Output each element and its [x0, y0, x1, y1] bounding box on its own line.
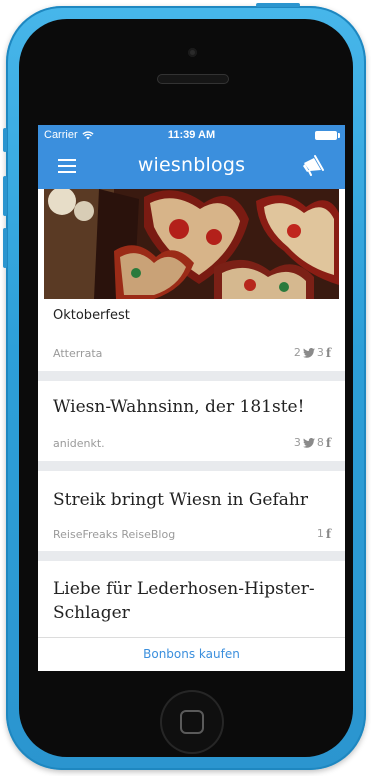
twitter-icon	[302, 437, 315, 448]
article-feed: Oktoberfest Atterrata 2 3 f Wiesn-Wahnsi…	[38, 189, 345, 637]
facebook-count: 1	[316, 527, 324, 540]
twitter-count: 3	[293, 436, 301, 449]
app-title: wiesnblogs	[137, 154, 246, 176]
article-title: Wiesn-Wahnsinn, der 181ste!	[53, 397, 305, 417]
article-title: Oktoberfest	[53, 308, 130, 323]
battery-icon	[315, 131, 340, 140]
article-source: Atterrata	[53, 347, 103, 360]
megaphone-icon[interactable]	[301, 154, 325, 176]
article-title-line-2: Schlager	[53, 603, 130, 623]
home-square-icon	[180, 710, 204, 734]
facebook-count: 8	[316, 436, 324, 449]
article-title: Streik bringt Wiesn in Gefahr	[53, 490, 308, 510]
phone-mute-switch	[3, 128, 7, 152]
article-card[interactable]: Liebe für Lederhosen-Hipster- Schlager	[38, 561, 345, 637]
app-screen: Carrier 11:39 AM wiesnblogs Oktoberfest …	[38, 125, 345, 671]
phone-power-button	[256, 3, 300, 7]
twitter-icon	[302, 347, 315, 358]
facebook-count: 3	[316, 346, 324, 359]
buy-bonbons-button[interactable]: Bonbons kaufen	[38, 637, 345, 671]
article-title-line-1: Liebe für Lederhosen-Hipster-	[53, 579, 315, 599]
phone-volume-down-button	[3, 228, 7, 268]
article-source: ReiseFreaks ReiseBlog	[53, 528, 176, 541]
status-time: 11:39 AM	[167, 129, 216, 141]
share-stats: 1 f	[317, 527, 331, 540]
facebook-icon: f	[325, 345, 331, 360]
twitter-count: 2	[293, 346, 301, 359]
share-stats: 3 8 f	[294, 436, 331, 449]
phone-volume-up-button	[3, 176, 7, 216]
app-header: Carrier 11:39 AM wiesnblogs	[38, 125, 345, 189]
article-source: anidenkt.	[53, 437, 105, 450]
article-image	[44, 189, 339, 299]
home-button[interactable]	[160, 690, 224, 754]
article-card[interactable]: Oktoberfest Atterrata 2 3 f	[38, 189, 345, 371]
facebook-icon: f	[325, 435, 331, 450]
front-camera	[188, 48, 197, 57]
article-card[interactable]: Wiesn-Wahnsinn, der 181ste! anidenkt. 3 …	[38, 381, 345, 461]
facebook-icon: f	[325, 526, 331, 541]
status-bar: Carrier 11:39 AM	[38, 125, 345, 145]
earpiece-speaker	[157, 74, 229, 84]
navigation-bar: wiesnblogs	[38, 145, 345, 189]
share-stats: 2 3 f	[294, 346, 331, 359]
article-card[interactable]: Streik bringt Wiesn in Gefahr ReiseFreak…	[38, 471, 345, 551]
